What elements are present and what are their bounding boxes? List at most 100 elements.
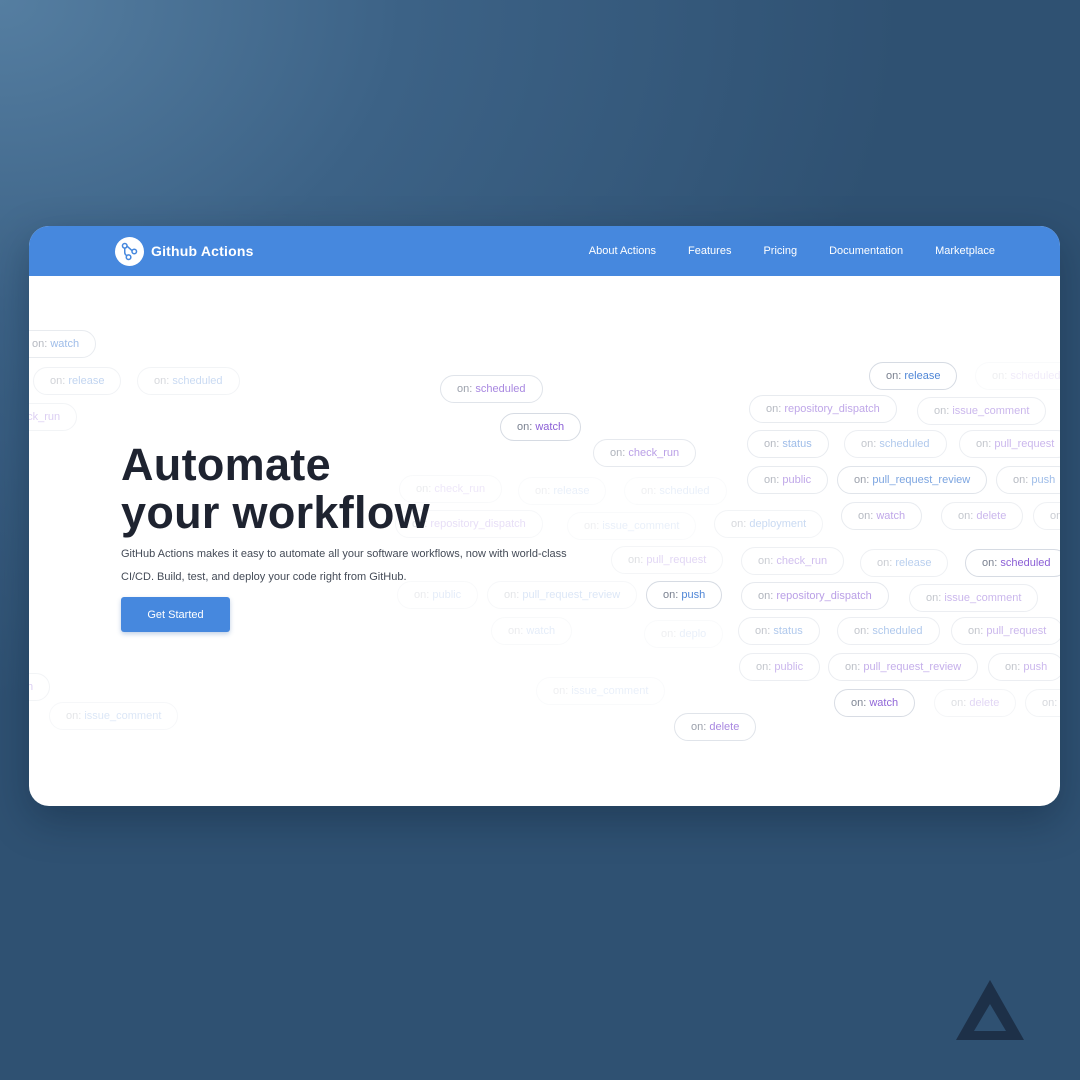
event-tag-prefix: on: — [764, 438, 783, 450]
hero-title: Automate your workflow — [121, 441, 430, 537]
event-tag-prefix: on: — [535, 485, 554, 497]
event-tag-name: pull_request — [994, 438, 1055, 450]
event-tag: on: release — [518, 477, 607, 505]
event-tag: on: scheduled — [837, 617, 940, 645]
event-tag-name: delete — [709, 721, 740, 733]
event-tag-prefix: on: — [641, 485, 660, 497]
event-tag-name: delete — [969, 697, 1000, 709]
event-tag-prefix: on: — [610, 447, 629, 459]
event-tag: on: deplo — [644, 620, 724, 648]
event-tag: on: pull_request — [951, 617, 1060, 645]
event-tag-name: issue_comment — [84, 710, 162, 722]
event-tag: on: check_run — [593, 439, 697, 467]
event-tag-prefix: on: — [50, 375, 69, 387]
event-tag-prefix: on: — [1013, 474, 1032, 486]
event-tag-name: pull_request — [646, 554, 707, 566]
event-tag-name: push — [1031, 474, 1056, 486]
event-tag-prefix: on: — [508, 625, 527, 637]
event-tag: on: issue_comment — [909, 584, 1039, 612]
event-tag-name: scheduled — [659, 485, 710, 497]
event-tag-prefix: on: — [958, 510, 977, 522]
event-tag-name: repository_dispatch — [784, 403, 880, 415]
event-tag-name: deployment — [749, 518, 807, 530]
triangle-logo-icon — [956, 980, 1024, 1040]
event-tag: on: release — [33, 367, 122, 395]
event-tag: on: watch — [29, 673, 51, 701]
event-tag-prefix: on: — [414, 589, 433, 601]
event-tag: on: pull_request_review — [837, 466, 988, 494]
event-tag: on: push — [646, 581, 723, 609]
event-tag-prefix: on: — [858, 510, 877, 522]
event-tag-name: issue_comment — [944, 592, 1022, 604]
event-tag: on: repository_dispatch — [749, 395, 897, 423]
event-tag-name: watch — [535, 421, 565, 433]
event-tag-name: scheduled — [879, 438, 930, 450]
event-tag: on: delete — [934, 689, 1017, 717]
event-tag: on: status — [747, 430, 829, 458]
event-tag-prefix: on: — [584, 520, 603, 532]
event-tag: on: check_run — [741, 547, 845, 575]
event-tag-name: release — [904, 370, 941, 382]
event-tag-name: issue_comment — [602, 520, 680, 532]
event-tag-prefix: on: — [926, 592, 945, 604]
event-tag-name: public — [774, 661, 804, 673]
event-tag-prefix: on: — [457, 383, 476, 395]
hero-description-line: CI/CD. Build, test, and deploy your code… — [121, 571, 407, 583]
event-tag: on: watch — [500, 413, 582, 441]
event-tag-name: check_run — [29, 411, 61, 423]
event-tag-name: repository_dispatch — [430, 518, 526, 530]
event-tag: on: push — [996, 466, 1060, 494]
event-tag: on: watch — [491, 617, 573, 645]
event-tag-prefix: on: — [628, 554, 647, 566]
event-tag-name: scheduled — [475, 383, 526, 395]
event-tag-prefix: on: — [691, 721, 710, 733]
event-tag-prefix: on: — [861, 438, 880, 450]
event-tag-name: status — [782, 438, 812, 450]
browser-card: Github Actions About Actions Features Pr… — [29, 226, 1060, 806]
event-tag-prefix: on: — [758, 555, 777, 567]
event-tag: on: check_run — [29, 403, 78, 431]
event-tag-name: watch — [869, 697, 899, 709]
event-tag: on — [1033, 502, 1060, 530]
event-tag-prefix: on: — [32, 338, 51, 350]
event-tag-name: check_run — [628, 447, 680, 459]
event-tag-prefix: on: — [755, 625, 774, 637]
event-tag-name: watch — [50, 338, 80, 350]
hero-description-line: GitHub Actions makes it easy to automate… — [121, 548, 567, 560]
event-tag-prefix: on: — [982, 557, 1001, 569]
event-tag: on: release — [869, 362, 958, 390]
event-tag-name: deplo — [679, 628, 707, 640]
hero-title-line: Automate — [121, 439, 331, 490]
event-tag-name: public — [432, 589, 462, 601]
event-tag: on: deployment — [714, 510, 824, 538]
get-started-button[interactable]: Get Started — [121, 597, 230, 632]
event-tag: on: scheduled — [965, 549, 1060, 577]
event-tag-name: scheduled — [172, 375, 223, 387]
hero-title-line: your workflow — [121, 487, 430, 538]
event-tag-name: issue_comment — [571, 685, 649, 697]
event-tag: on: watch — [841, 502, 923, 530]
event-tag-name: release — [895, 557, 932, 569]
event-tag: on: watch — [29, 330, 97, 358]
event-tag-name: delete — [976, 510, 1007, 522]
event-tag-prefix: on: — [1042, 697, 1058, 709]
event-tag: on: delete — [674, 713, 757, 741]
event-tag-name: pull_request — [986, 625, 1047, 637]
event-tag-prefix: on: — [731, 518, 750, 530]
event-tag: on: — [1025, 689, 1060, 717]
event-tag-prefix: on: — [968, 625, 987, 637]
event-tag: on: watch — [834, 689, 916, 717]
event-tag-prefix: on: — [66, 710, 85, 722]
event-tag-name: watch — [876, 510, 906, 522]
event-tag-name: pull_request_review — [522, 589, 621, 601]
event-tag: on: issue_comment — [49, 702, 179, 730]
event-tag-prefix: on: — [154, 375, 173, 387]
event-tag-name: scheduled — [872, 625, 923, 637]
event-tag-name: release — [553, 485, 590, 497]
event-tag-prefix: on: — [992, 370, 1011, 382]
event-tag: on: scheduled — [137, 367, 240, 395]
event-tag-name: status — [773, 625, 803, 637]
event-tag: on: scheduled — [624, 477, 727, 505]
event-tag-prefix: on: — [934, 405, 953, 417]
event-tag: on: push — [988, 653, 1060, 681]
